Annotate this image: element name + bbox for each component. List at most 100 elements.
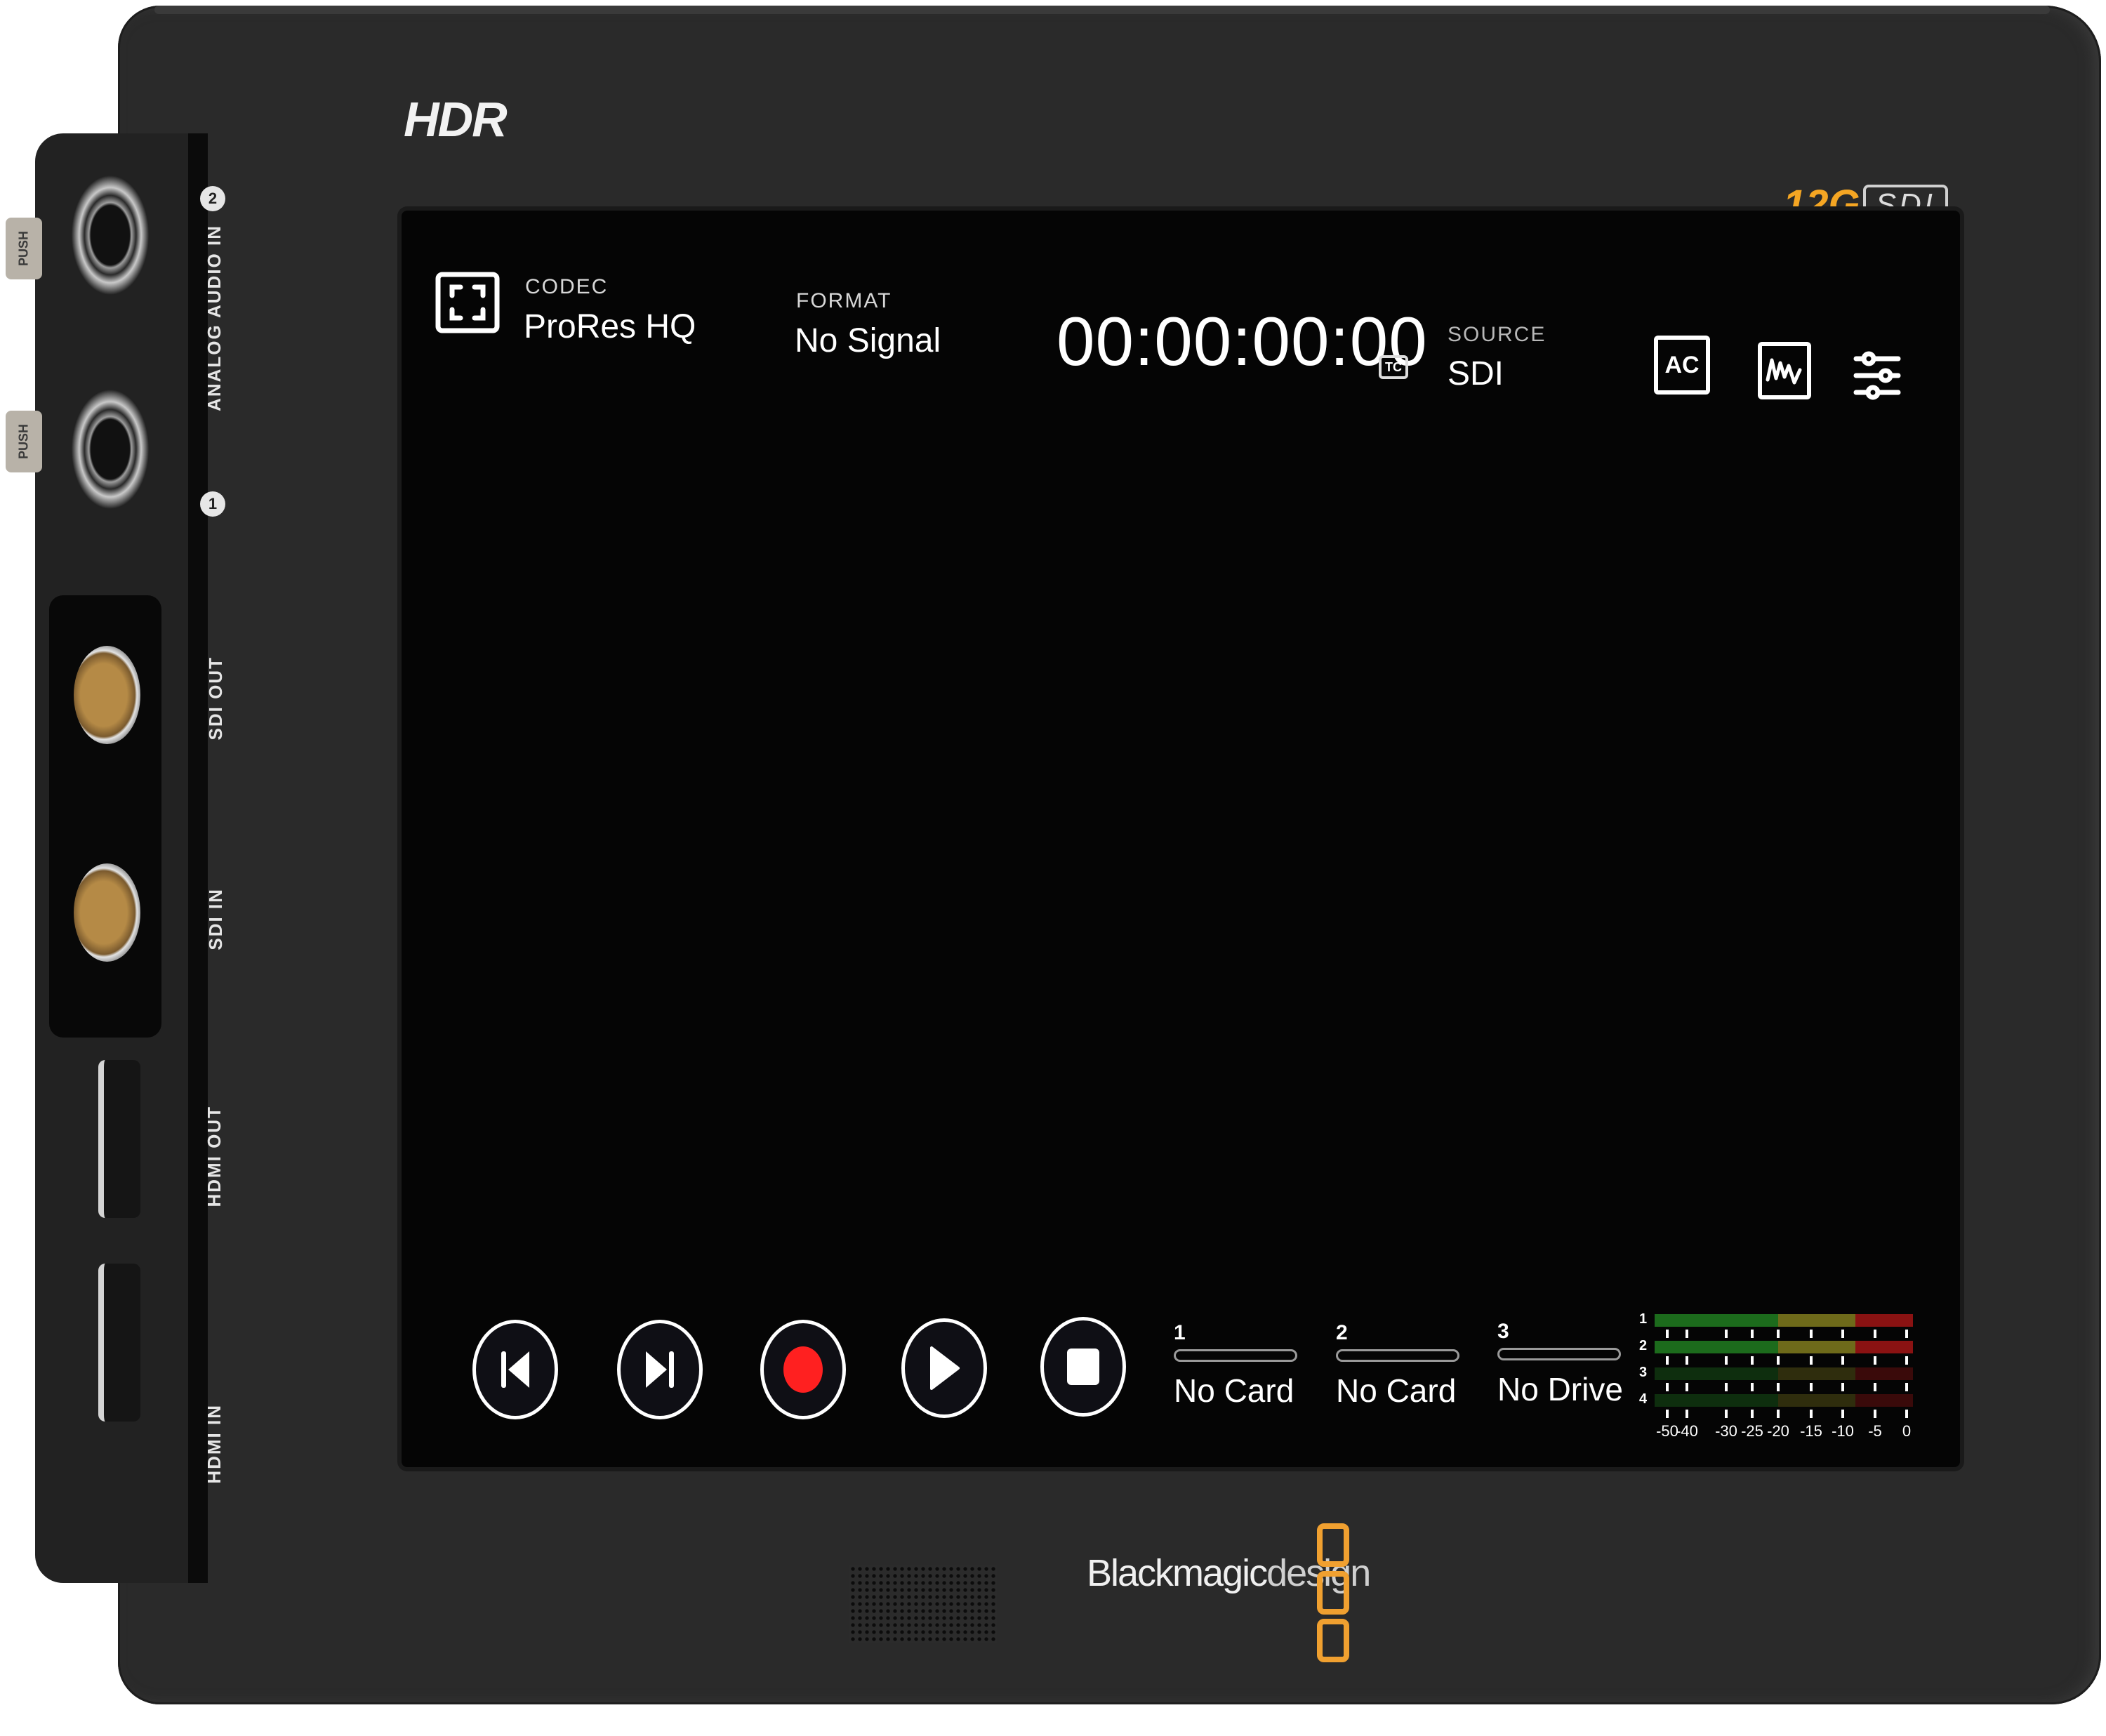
device-top-edge	[154, 6, 2050, 14]
meter-scale-label: 0	[1902, 1422, 1912, 1440]
meter-1-yellow-zone	[1778, 1314, 1856, 1327]
meter-tick	[1841, 1356, 1844, 1365]
skip-back-icon	[501, 1351, 529, 1388]
sliders-icon	[1853, 351, 1901, 400]
brand-bold-text: Blackmagic	[1087, 1552, 1268, 1594]
analog-audio-in-label: ANALOG AUDIO IN	[204, 225, 225, 411]
meter-3-green-zone	[1655, 1367, 1778, 1380]
xlr-1-push-tab[interactable]: PUSH	[6, 411, 42, 472]
meter-3-red-zone	[1855, 1367, 1913, 1380]
xlr-input-2[interactable]	[65, 165, 156, 305]
slot-1-capacity-bar	[1174, 1349, 1297, 1362]
hdmi-in-label: HDMI IN	[204, 1404, 225, 1484]
source-label: SOURCE	[1448, 323, 1547, 346]
meter-scale-label: -30	[1715, 1422, 1737, 1440]
meter-4-red-zone	[1855, 1394, 1913, 1407]
meter-4-yellow-zone	[1778, 1394, 1856, 1407]
meter-tick	[1777, 1383, 1780, 1391]
codec-value[interactable]: ProRes HQ	[524, 307, 696, 346]
blackmagic-logo-mark-icon	[1317, 1523, 1349, 1662]
tc-badge[interactable]: TC	[1379, 355, 1408, 379]
meter-tick	[1686, 1330, 1688, 1338]
play-icon	[930, 1346, 960, 1390]
timecode-display[interactable]: 00:00:00:00	[1057, 302, 1428, 381]
meter-tick	[1686, 1410, 1688, 1418]
meter-scale-label: -40	[1676, 1422, 1698, 1440]
meter-tick	[1810, 1356, 1813, 1365]
meter-channel-4-label: 4	[1639, 1391, 1648, 1407]
meter-tick	[1841, 1330, 1844, 1338]
sdi-out-connector[interactable]	[74, 646, 140, 744]
scopes-button[interactable]	[1758, 342, 1811, 399]
meter-tick	[1725, 1383, 1728, 1391]
play-button[interactable]	[901, 1318, 987, 1418]
meter-tick	[1777, 1410, 1780, 1418]
meter-tick	[1841, 1410, 1844, 1418]
ac-button[interactable]: AC	[1654, 336, 1710, 395]
skip-back-button[interactable]	[472, 1320, 558, 1419]
skip-forward-button[interactable]	[617, 1320, 703, 1419]
slot-2-status: No Card	[1336, 1372, 1457, 1409]
meter-tick	[1751, 1383, 1754, 1391]
meter-scale-label: -20	[1767, 1422, 1789, 1440]
audio-channel-1-badge: 1	[200, 491, 225, 517]
meter-tick	[1751, 1356, 1754, 1365]
record-button[interactable]	[760, 1320, 846, 1419]
meter-2-red-zone	[1855, 1341, 1913, 1353]
slot-3-capacity-bar	[1497, 1348, 1621, 1360]
slot-3-number: 3	[1497, 1320, 1509, 1343]
meter-channel-2-label: 2	[1639, 1338, 1648, 1353]
sdi-in-connector[interactable]	[74, 863, 140, 962]
waveform-icon	[1766, 358, 1802, 385]
meter-4-green-zone	[1655, 1394, 1778, 1407]
meter-tick	[1686, 1356, 1688, 1365]
audio-meters[interactable]: 1 2 3 4 -50 -40 -30 -25 -20 -15 -10 -5 0	[1639, 1310, 1920, 1440]
meter-tick	[1905, 1410, 1908, 1418]
meter-tick	[1777, 1330, 1780, 1338]
meter-channel-3-label: 3	[1639, 1365, 1648, 1380]
meter-tick	[1810, 1410, 1813, 1418]
meter-tick	[1725, 1356, 1728, 1365]
meter-tick	[1810, 1383, 1813, 1391]
meter-tick	[1686, 1383, 1688, 1391]
hdmi-out-port[interactable]	[98, 1060, 140, 1218]
sdi-out-label: SDI OUT	[205, 656, 226, 741]
xlr-input-1[interactable]	[65, 379, 156, 519]
touchscreen[interactable]	[402, 211, 1960, 1467]
slot-3[interactable]: 3 No Drive	[1497, 1320, 1623, 1408]
meter-scale-label: -10	[1832, 1422, 1854, 1440]
meter-channel-1-label: 1	[1639, 1311, 1648, 1327]
meter-2-yellow-zone	[1778, 1341, 1856, 1353]
meter-2-green-zone	[1655, 1341, 1778, 1353]
source-value[interactable]: SDI	[1448, 355, 1504, 393]
slot-2[interactable]: 2 No Card	[1336, 1321, 1459, 1410]
slot-1[interactable]: 1 No Card	[1174, 1321, 1297, 1410]
sdi-in-label: SDI IN	[205, 888, 226, 950]
meter-tick	[1751, 1330, 1754, 1338]
meter-scale-label: -25	[1741, 1422, 1763, 1440]
meter-tick	[1874, 1356, 1876, 1365]
hdmi-out-label: HDMI OUT	[204, 1106, 225, 1207]
speaker-grille	[849, 1565, 997, 1643]
meter-tick	[1810, 1330, 1813, 1338]
meter-tick	[1666, 1356, 1669, 1365]
slot-3-status: No Drive	[1497, 1371, 1623, 1407]
slot-2-number: 2	[1336, 1321, 1348, 1344]
meter-tick	[1905, 1330, 1908, 1338]
settings-button[interactable]	[1853, 347, 1902, 404]
hdmi-in-port[interactable]	[98, 1264, 140, 1422]
meter-3-yellow-zone	[1778, 1367, 1856, 1380]
slot-1-status: No Card	[1174, 1372, 1294, 1409]
meter-1-green-zone	[1655, 1314, 1778, 1327]
stop-button[interactable]	[1040, 1317, 1126, 1417]
meter-tick	[1874, 1383, 1876, 1391]
record-icon	[783, 1346, 823, 1393]
hdr-logo: HDR	[404, 92, 508, 147]
meter-tick	[1666, 1330, 1669, 1338]
meter-tick	[1777, 1356, 1780, 1365]
meter-tick	[1725, 1410, 1728, 1418]
xlr-2-push-tab[interactable]: PUSH	[6, 218, 42, 279]
fullscreen-icon[interactable]	[435, 270, 500, 335]
meter-tick	[1874, 1410, 1876, 1418]
format-value[interactable]: No Signal	[795, 322, 941, 360]
